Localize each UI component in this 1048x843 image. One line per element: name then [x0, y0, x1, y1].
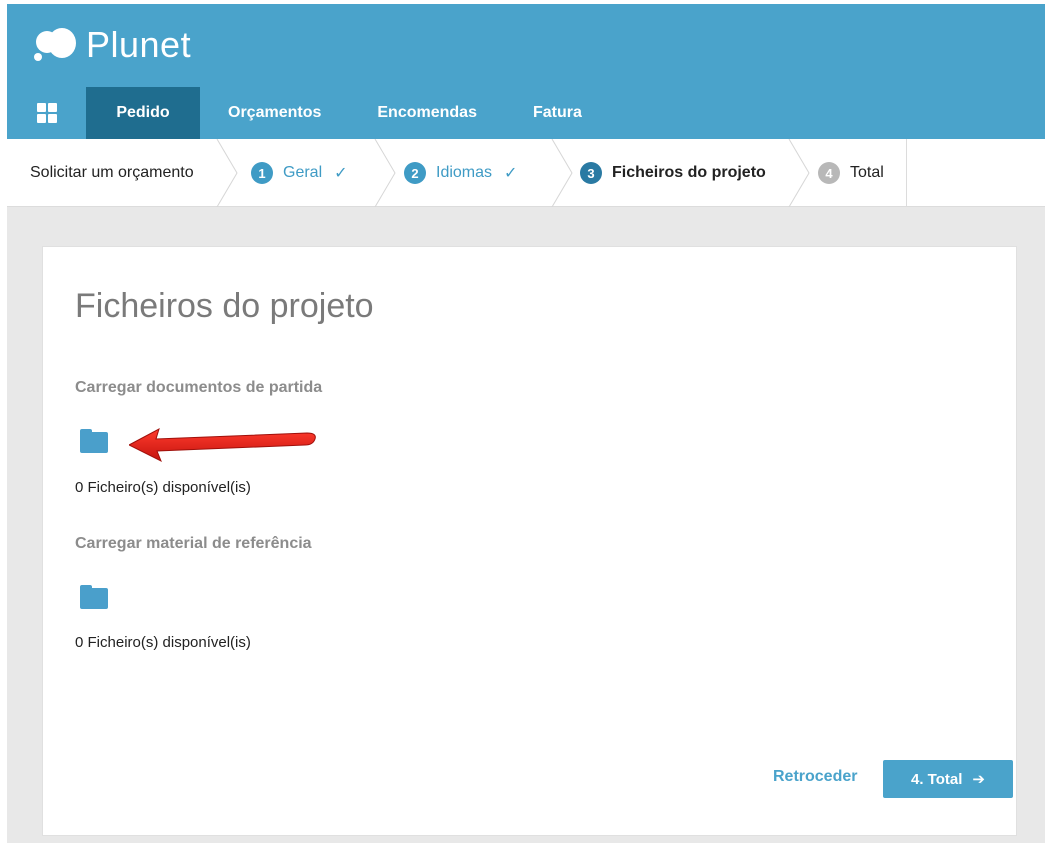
- wizard-intro: Solicitar um orçamento: [30, 139, 194, 207]
- plunet-logo-icon: [32, 25, 80, 65]
- project-files-card: Ficheiros do projeto Carregar documentos…: [42, 246, 1017, 836]
- step-total[interactable]: 4 Total: [818, 139, 884, 207]
- nav-fatura[interactable]: Fatura: [505, 87, 610, 139]
- step-idiomas[interactable]: 2 Idiomas ✓: [404, 139, 517, 207]
- step-geral[interactable]: 1 Geral ✓: [251, 139, 348, 207]
- check-icon: ✓: [334, 165, 348, 182]
- next-total-button[interactable]: 4. Total ➔: [883, 760, 1013, 798]
- step-label: Geral: [283, 164, 323, 181]
- step-number: 3: [580, 162, 602, 184]
- steps-divider: [906, 139, 907, 207]
- step-label: Idiomas: [436, 164, 493, 181]
- red-arrow-icon: [129, 427, 316, 463]
- nav-pedido[interactable]: Pedido: [86, 87, 200, 139]
- grid-icon[interactable]: [7, 87, 86, 139]
- check-icon: ✓: [504, 165, 518, 182]
- step-label: Ficheiros do projeto: [612, 164, 766, 181]
- source-docs-label: Carregar documentos de partida: [75, 379, 323, 396]
- step-number: 2: [404, 162, 426, 184]
- step-number: 1: [251, 162, 273, 184]
- brand-name: Plunet: [86, 24, 192, 65]
- step-number: 4: [818, 162, 840, 184]
- app-window: Plunet Pedido Orçamentos Encomendas Fatu…: [7, 4, 1045, 843]
- nav-orcamentos[interactable]: Orçamentos: [200, 87, 349, 139]
- nav-encomendas[interactable]: Encomendas: [349, 87, 505, 139]
- wizard-steps: Solicitar um orçamento 1 Geral ✓ 2 Idiom…: [7, 139, 1045, 207]
- step-ficheiros[interactable]: 3 Ficheiros do projeto: [580, 139, 766, 207]
- folder-icon[interactable]: [80, 585, 108, 609]
- arrow-right-icon: ➔: [972, 771, 985, 788]
- reference-files-count: 0 Ficheiro(s) disponível(is): [75, 634, 251, 651]
- step-separator-icon: [551, 139, 573, 207]
- step-separator-icon: [216, 139, 238, 207]
- source-files-count: 0 Ficheiro(s) disponível(is): [75, 479, 251, 496]
- next-button-label: 4. Total: [911, 770, 963, 788]
- back-button[interactable]: Retroceder: [773, 768, 857, 786]
- page-title: Ficheiros do projeto: [75, 287, 374, 325]
- step-separator-icon: [788, 139, 810, 207]
- step-separator-icon: [374, 139, 396, 207]
- step-label: Total: [850, 164, 884, 181]
- reference-material-label: Carregar material de referência: [75, 535, 312, 552]
- brand[interactable]: Plunet: [32, 24, 191, 66]
- wizard-intro-label: Solicitar um orçamento: [30, 164, 194, 181]
- folder-icon[interactable]: [80, 429, 108, 453]
- app-header: Plunet Pedido Orçamentos Encomendas Fatu…: [7, 4, 1045, 139]
- top-navigation: Pedido Orçamentos Encomendas Fatura: [7, 87, 610, 139]
